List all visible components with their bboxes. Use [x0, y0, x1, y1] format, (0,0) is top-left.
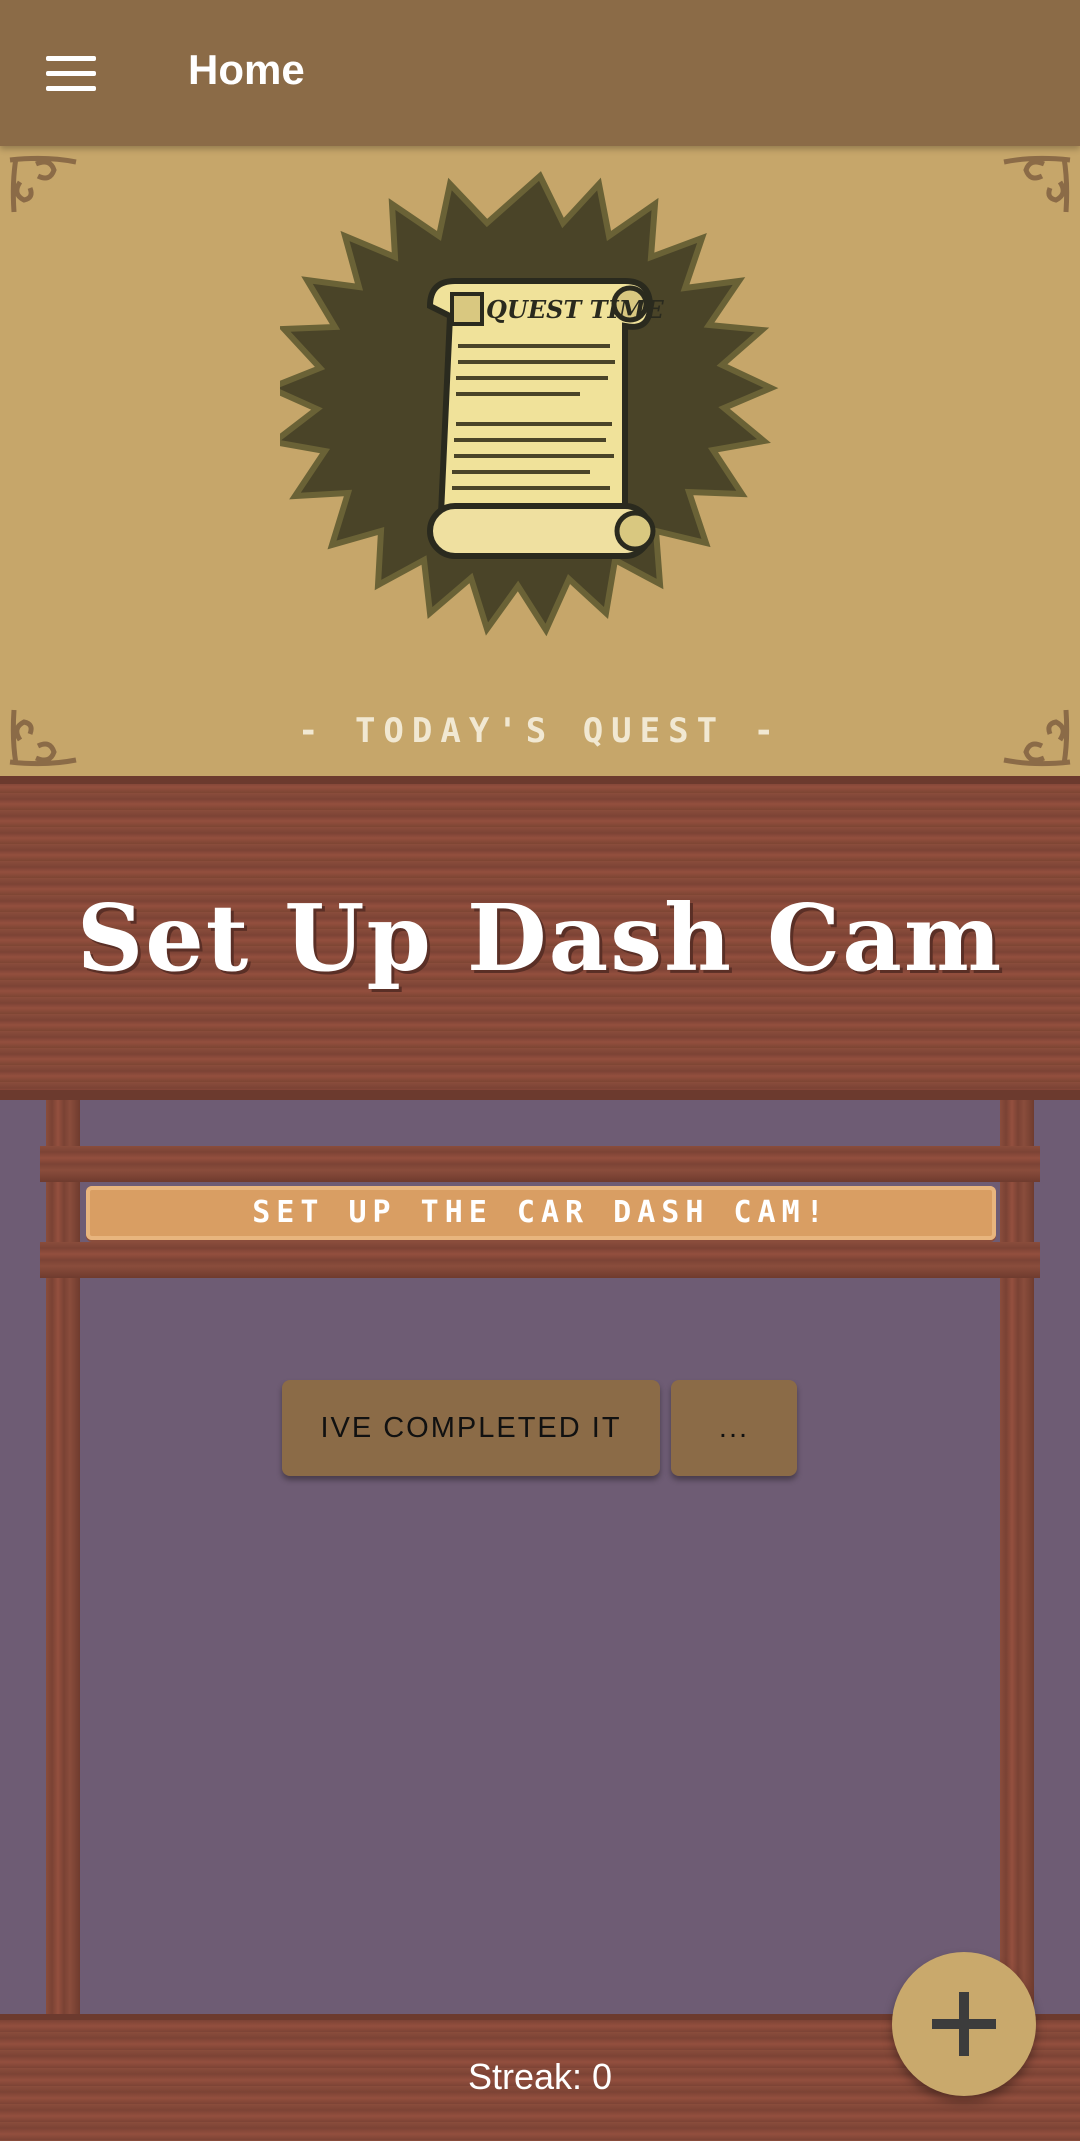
complete-quest-button[interactable]: IVE COMPLETED IT: [282, 1380, 660, 1476]
add-quest-button[interactable]: [892, 1952, 1036, 2096]
quest-title: Set Up Dash Cam: [76, 884, 1004, 992]
quest-scroll-badge: QUEST TIME: [280, 171, 779, 637]
todays-quest-caption: - TODAY'S QUEST -: [298, 711, 782, 751]
page-title: Home: [188, 46, 305, 93]
quest-title-banner: Set Up Dash Cam: [0, 776, 1080, 1100]
scroll-heading: QUEST TIME: [486, 295, 664, 324]
frame-post-left: [46, 1100, 80, 2016]
frame-crossbar-bottom: [40, 1242, 1040, 1278]
menu-icon[interactable]: [46, 52, 98, 94]
quest-description: SET UP THE CAR DASH CAM!: [86, 1186, 996, 1240]
frame-crossbar-top: [40, 1146, 1040, 1182]
ornament-icon: [9, 155, 77, 213]
frame-post-right: [1000, 1100, 1034, 2016]
quest-hero: QUEST TIME - TODAY'S QUEST -: [0, 146, 1080, 776]
app-bar: Home: [0, 0, 1080, 146]
more-options-button[interactable]: ...: [671, 1380, 797, 1476]
ornament-icon: [1003, 155, 1071, 213]
